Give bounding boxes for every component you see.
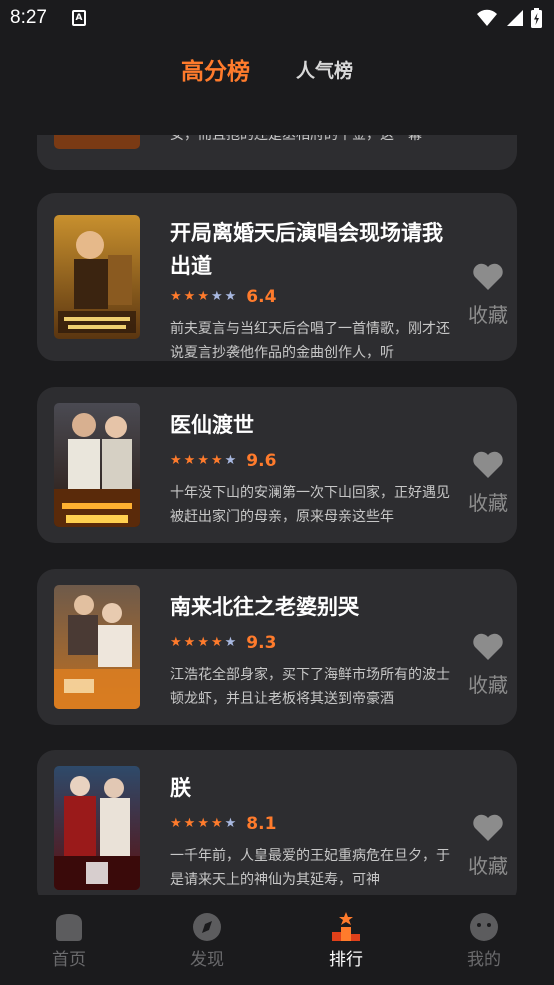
star-icon: ★: [197, 816, 209, 831]
favorite-label: 收藏: [468, 491, 508, 515]
rating-row: ★ ★ ★ ★ ★ 9.6: [170, 451, 276, 471]
cover-image: [54, 585, 140, 709]
drama-title[interactable]: 开局离婚天后演唱会现场请我出道: [170, 217, 460, 283]
rating-row: ★ ★ ★ ★ ★ 6.4: [170, 287, 276, 307]
star-icon: ★: [183, 289, 196, 304]
favorite-button[interactable]: 收藏: [465, 633, 511, 698]
status-time: 8:27: [10, 7, 47, 28]
drama-cover[interactable]: [54, 215, 140, 339]
heart-icon: [473, 814, 503, 841]
drama-description: 江浩花全部身家，买下了海鲜市场所有的波士顿龙虾，并且让老板将其送到帝豪酒: [170, 667, 450, 707]
star-icon: ★: [197, 635, 209, 650]
star-rating: ★ ★ ★ ★ ★: [170, 636, 236, 650]
cover-image: [54, 403, 140, 527]
drama-cover[interactable]: [54, 135, 140, 149]
status-icons: [477, 8, 542, 28]
favorite-label: 收藏: [468, 673, 508, 697]
star-icon: ★: [170, 816, 182, 831]
drama-card-partial[interactable]: 女，而且抱的还是丞相府的千金，这一幕: [37, 135, 517, 170]
notification-icon: A: [72, 10, 86, 26]
heart-icon: [473, 633, 503, 660]
drama-title[interactable]: 医仙渡世: [170, 409, 460, 442]
star-icon: ★: [210, 289, 223, 304]
star-icon: ★: [224, 453, 237, 468]
drama-score: 9.3: [246, 633, 277, 653]
star-icon: ★: [197, 453, 209, 468]
nav-home-label: 首页: [52, 950, 86, 970]
drama-card[interactable]: 医仙渡世 ★ ★ ★ ★ ★ 9.6 十年没下山的安澜第一次下山回家，正好遇见被…: [37, 387, 517, 543]
nav-mine-label: 我的: [467, 950, 501, 970]
tab-popular[interactable]: 人气榜: [296, 56, 353, 83]
star-icon: ★: [170, 289, 182, 304]
star-rating: ★ ★ ★ ★ ★: [170, 817, 236, 831]
star-icon: ★: [170, 635, 182, 650]
nav-ranking[interactable]: 排行: [311, 911, 381, 970]
drama-score: 6.4: [246, 287, 277, 307]
status-bar: 8:27 A: [0, 0, 554, 38]
drama-card[interactable]: 开局离婚天后演唱会现场请我出道 ★ ★ ★ ★ ★ 6.4 前夫夏言与当红天后合…: [37, 193, 517, 361]
favorite-label: 收藏: [468, 303, 508, 327]
nav-discover-label: 发现: [190, 950, 224, 970]
favorite-button[interactable]: 收藏: [465, 451, 511, 516]
heart-icon: [473, 263, 503, 290]
drama-score: 8.1: [246, 814, 277, 834]
compass-icon: [193, 913, 221, 941]
drama-title[interactable]: 朕: [170, 772, 460, 805]
star-icon: ★: [183, 453, 196, 468]
drama-list[interactable]: 女，而且抱的还是丞相府的千金，这一幕 开局离婚天后演唱会现场请我出道 ★ ★ ★…: [0, 135, 554, 895]
cover-image: [54, 766, 140, 890]
star-icon: ★: [197, 289, 209, 304]
star-rating: ★ ★ ★ ★ ★: [170, 454, 236, 468]
drama-title[interactable]: 南来北往之老婆别哭: [170, 591, 460, 624]
rating-row: ★ ★ ★ ★ ★ 8.1: [170, 814, 276, 834]
star-icon: ★: [183, 816, 196, 831]
profile-icon: [470, 913, 498, 941]
battery-icon: [531, 8, 542, 28]
nav-ranking-label: 排行: [329, 950, 363, 970]
star-icon: ★: [210, 635, 223, 650]
drama-card[interactable]: 朕 ★ ★ ★ ★ ★ 8.1 一千年前，人皇最爱的王妃重病危在旦夕，于是请来天…: [37, 750, 517, 895]
cover-image: [54, 135, 140, 149]
star-icon: ★: [210, 816, 223, 831]
nav-mine[interactable]: 我的: [449, 911, 519, 970]
wifi-icon: [477, 9, 497, 26]
drama-card[interactable]: 南来北往之老婆别哭 ★ ★ ★ ★ ★ 9.3 江浩花全部身家，买下了海鲜市场所…: [37, 569, 517, 725]
drama-score: 9.6: [246, 451, 277, 471]
ranking-tabs: 高分榜 人气榜: [0, 50, 554, 90]
drama-cover[interactable]: [54, 766, 140, 890]
drama-cover[interactable]: [54, 585, 140, 709]
favorite-button[interactable]: 收藏: [465, 814, 511, 879]
star-rating: ★ ★ ★ ★ ★: [170, 290, 236, 304]
cover-image: [54, 215, 140, 339]
drama-description: 前夫夏言与当红天后合唱了一首情歌，刚才还说夏言抄袭他作品的金曲创作人，听: [170, 321, 450, 361]
signal-icon: [507, 10, 523, 26]
star-icon: ★: [170, 453, 182, 468]
star-icon: ★: [210, 453, 223, 468]
drama-description: 女，而且抱的还是丞相府的千金，这一幕: [170, 135, 422, 143]
nav-home[interactable]: 首页: [34, 911, 104, 970]
nav-discover[interactable]: 发现: [172, 911, 242, 970]
bottom-nav: 首页 发现 排行 我的: [0, 895, 554, 985]
star-icon: ★: [224, 289, 237, 304]
heart-icon: [473, 451, 503, 478]
podium-icon: [332, 912, 360, 941]
tab-high-score[interactable]: 高分榜: [181, 52, 250, 86]
rating-row: ★ ★ ★ ★ ★ 9.3: [170, 633, 276, 653]
star-icon: ★: [183, 635, 196, 650]
home-icon: [56, 914, 82, 941]
favorite-button[interactable]: 收藏: [465, 263, 511, 328]
drama-description: 十年没下山的安澜第一次下山回家，正好遇见被赶出家门的母亲，原来母亲这些年: [170, 485, 450, 525]
star-icon: ★: [224, 635, 237, 650]
star-icon: ★: [224, 816, 237, 831]
drama-description: 一千年前，人皇最爱的王妃重病危在旦夕，于是请来天上的神仙为其延寿，可神: [170, 848, 450, 888]
favorite-label: 收藏: [468, 854, 508, 878]
drama-cover[interactable]: [54, 403, 140, 527]
